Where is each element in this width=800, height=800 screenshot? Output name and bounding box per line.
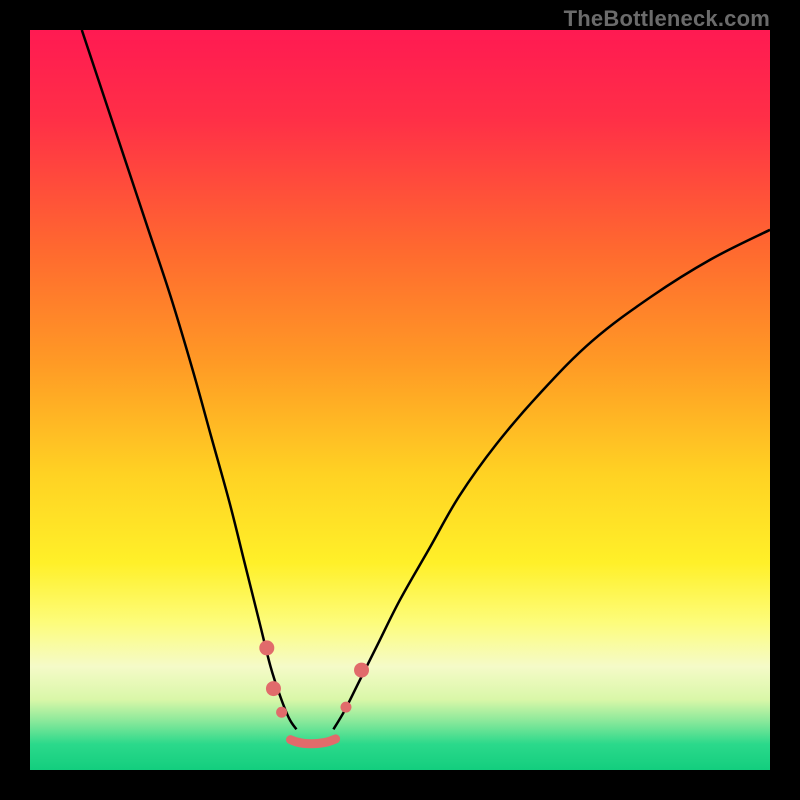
marker-left-marker-1 bbox=[259, 640, 274, 655]
series-valley-floor bbox=[290, 739, 335, 744]
series-right-curve bbox=[333, 230, 770, 730]
watermark-text: TheBottleneck.com bbox=[564, 6, 770, 32]
marker-left-marker-3 bbox=[276, 707, 287, 718]
chart-frame: TheBottleneck.com bbox=[0, 0, 800, 800]
plot-area bbox=[30, 30, 770, 770]
chart-svg bbox=[30, 30, 770, 770]
marker-left-marker-2 bbox=[266, 681, 281, 696]
marker-right-marker-2 bbox=[354, 663, 369, 678]
series-left-curve bbox=[82, 30, 297, 729]
marker-right-marker-1 bbox=[340, 702, 351, 713]
